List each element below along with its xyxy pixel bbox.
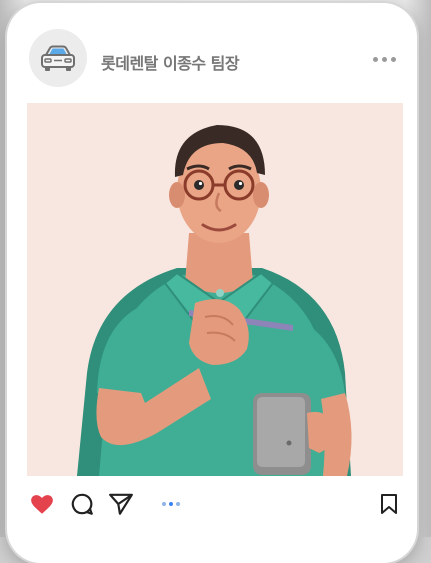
post-header: 롯데렌탈 이종수 팀장: [7, 23, 417, 91]
carousel-dots-icon: [162, 502, 180, 506]
more-horizontal-icon: [372, 56, 378, 62]
profile-avatar[interactable]: [29, 29, 87, 87]
comment-icon[interactable]: [69, 491, 95, 517]
send-icon[interactable]: [107, 491, 135, 517]
post-image[interactable]: [27, 103, 403, 476]
more-options-button[interactable]: [367, 47, 401, 71]
more-dot: [381, 56, 387, 62]
post-actions: [7, 491, 417, 531]
more-dot: [390, 56, 396, 62]
heart-icon[interactable]: [29, 491, 55, 517]
bookmark-icon[interactable]: [379, 493, 399, 515]
username[interactable]: 롯데렌탈 이종수 팀장: [101, 50, 240, 74]
car-icon: [41, 45, 75, 71]
post-card: 롯데렌탈 이종수 팀장: [7, 3, 417, 563]
man-illustration: [77, 125, 352, 476]
